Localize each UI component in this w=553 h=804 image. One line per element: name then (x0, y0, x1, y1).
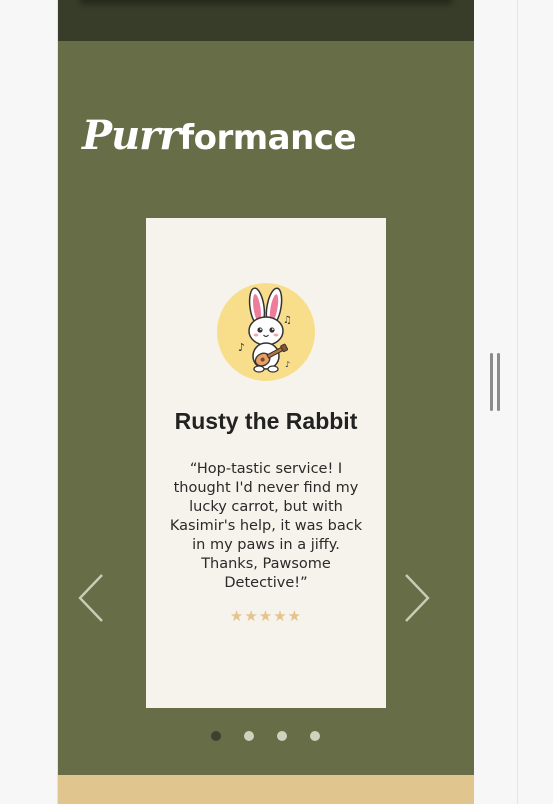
section-title: Purrformance (82, 111, 357, 161)
svg-text:♫: ♫ (283, 315, 292, 326)
page-frame: Purrformance ♪ ♫ ♪ Rusty the Rabbit “Hop… (58, 0, 474, 804)
rabbit-with-ukulele-icon: ♪ ♫ ♪ (217, 283, 315, 381)
chevron-right-icon (405, 574, 430, 622)
carousel-dot-2[interactable] (244, 731, 254, 741)
svg-text:♪: ♪ (285, 360, 290, 369)
svg-text:♪: ♪ (238, 341, 245, 354)
carousel-prev-button[interactable] (72, 563, 112, 633)
section-title-bold: formance (179, 118, 357, 158)
carousel-dot-4[interactable] (310, 731, 320, 741)
testimonial-name: Rusty the Rabbit (174, 408, 358, 434)
previous-section (58, 0, 474, 41)
carousel-next-button[interactable] (396, 563, 436, 633)
chevron-left-icon (78, 574, 103, 622)
carousel-dot-3[interactable] (277, 731, 287, 741)
viewport-right-gutter (474, 0, 553, 804)
testimonials-section: Purrformance ♪ ♫ ♪ Rusty the Rabbit “Hop… (58, 41, 474, 775)
rating-stars: ★★★★★ (229, 607, 303, 625)
viewport-edge-line (517, 0, 518, 804)
carousel-pagination (58, 731, 474, 745)
resize-handle[interactable] (488, 353, 502, 411)
viewport-left-gutter (0, 0, 58, 804)
testimonial-quote: “Hop-tastic service! I thought I'd never… (169, 461, 363, 591)
carousel-dot-1[interactable] (211, 731, 221, 741)
next-section (58, 775, 474, 804)
section-title-script: Purr (82, 112, 180, 159)
testimonial-card: ♪ ♫ ♪ Rusty the Rabbit “Hop-tastic servi… (146, 218, 386, 708)
